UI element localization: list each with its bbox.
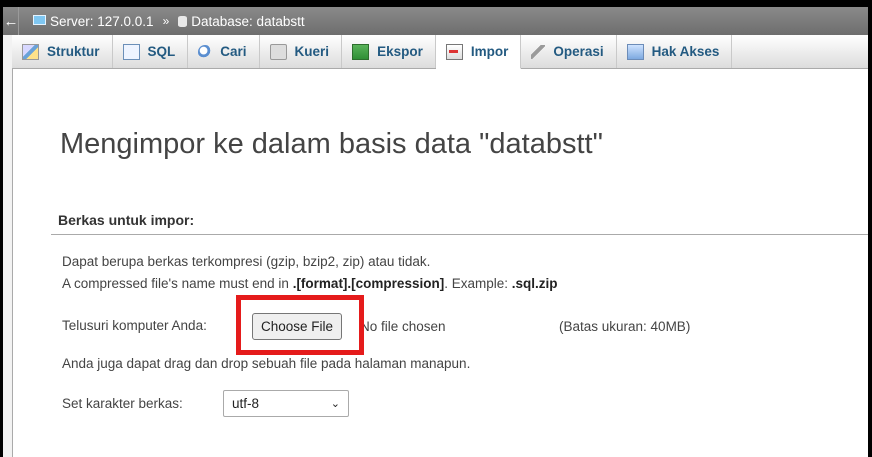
drag-drop-note: Anda juga dapat drag dan drop sebuah fil… — [62, 356, 471, 371]
privileges-icon — [626, 43, 644, 60]
search-icon — [198, 44, 213, 59]
charset-label: Set karakter berkas: — [62, 396, 183, 411]
filename-example: .sql.zip — [511, 276, 558, 291]
breadcrumb-database-label: Database: databstt — [191, 13, 305, 29]
query-icon — [269, 43, 287, 60]
sql-icon — [122, 43, 140, 60]
wrench-icon — [531, 44, 546, 59]
filename-note-prefix: A compressed file's name must end in — [62, 276, 293, 291]
charset-select[interactable]: utf-8 ⌄ — [223, 390, 349, 417]
structure-icon — [22, 43, 39, 60]
choose-file-button[interactable]: Choose File — [252, 313, 343, 340]
compression-note: Dapat berupa berkas terkompresi (gzip, b… — [62, 254, 431, 269]
tab-impor[interactable]: Impor — [435, 35, 522, 69]
breadcrumb-database[interactable]: Database: databstt — [178, 13, 305, 29]
tab-label: Cari — [220, 44, 247, 59]
app-window: ← Server: 127.0.0.1 » Database: databstt… — [0, 0, 872, 457]
breadcrumb-server[interactable]: Server: 127.0.0.1 — [19, 14, 154, 29]
tab-label: Ekspor — [377, 44, 423, 59]
tab-label: Impor — [470, 44, 509, 59]
database-icon — [178, 15, 188, 27]
breadcrumb-separator: » — [162, 14, 170, 28]
page-title: Mengimpor ke dalam basis data "databstt" — [60, 128, 603, 160]
breadcrumb-server-label: Server: 127.0.0.1 — [50, 13, 154, 29]
tab-label: Operasi — [553, 44, 604, 59]
navigation-collapse-strip[interactable] — [3, 7, 13, 457]
import-icon — [445, 43, 463, 60]
tab-struktur[interactable]: Struktur — [12, 35, 113, 68]
section-divider — [51, 234, 868, 235]
tab-operasi[interactable]: Operasi — [521, 35, 617, 68]
no-file-status: No file chosen — [358, 319, 446, 334]
tab-hak-akses[interactable]: Hak Akses — [617, 35, 733, 68]
browse-label: Telusuri komputer Anda: — [62, 318, 207, 333]
tab-kueri[interactable]: Kueri — [260, 35, 343, 68]
tab-bar: Struktur SQL Cari Kueri Ekspor Impor Ope… — [12, 35, 868, 69]
filename-note: A compressed file's name must end in .[f… — [62, 276, 558, 291]
collapse-arrow-icon[interactable]: ← — [4, 7, 19, 35]
size-limit: (Batas ukuran: 40MB) — [559, 319, 691, 334]
tab-ekspor[interactable]: Ekspor — [342, 35, 436, 68]
breadcrumb: ← Server: 127.0.0.1 » Database: databstt — [3, 7, 868, 35]
tab-label: Kueri — [294, 44, 330, 59]
server-icon — [33, 15, 46, 25]
tab-label: Hak Akses — [651, 44, 720, 59]
tab-label: Struktur — [47, 44, 100, 59]
tab-sql[interactable]: SQL — [113, 35, 189, 68]
export-icon — [352, 43, 370, 60]
charset-value: utf-8 — [232, 396, 260, 411]
chevron-down-icon: ⌄ — [330, 398, 340, 410]
filename-format: .[format].[compression] — [292, 276, 445, 291]
tab-cari[interactable]: Cari — [188, 35, 260, 68]
filename-note-mid: . Example: — [444, 276, 512, 291]
section-legend: Berkas untuk impor: — [58, 212, 195, 228]
tab-label: SQL — [147, 44, 176, 59]
